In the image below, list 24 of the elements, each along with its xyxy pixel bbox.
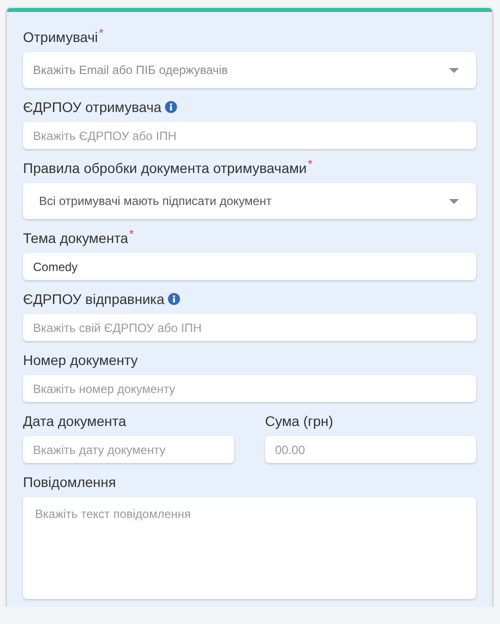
field-label: ЄДРПОУ отримувача — [23, 98, 162, 117]
field-label: Номер документу — [23, 351, 138, 370]
input-field[interactable]: Comedy — [23, 253, 476, 280]
input-field[interactable]: Вкажіть номер документу — [23, 375, 476, 402]
field-label: Повідомлення — [23, 473, 116, 492]
caret-icon — [449, 68, 459, 72]
field-label: Правила обробки документа отримувачами — [23, 159, 307, 178]
message-field[interactable]: Вкажіть текст повідомлення — [23, 497, 476, 599]
dropdown-field[interactable]: Всі отримувачі мають підписати документ — [23, 183, 476, 219]
input-field[interactable]: Вкажіть свій ЄДРПОУ або ІПН — [23, 314, 476, 341]
required-mark: * — [129, 228, 134, 240]
info-icon[interactable] — [165, 101, 178, 113]
required-mark: * — [308, 158, 312, 170]
field-label: Отримувачі — [23, 28, 98, 47]
caret-icon — [449, 198, 459, 204]
field-label: Тема документа — [23, 229, 128, 248]
field-label: ЄДРПОУ відправника — [23, 290, 164, 309]
required-mark: * — [98, 27, 104, 39]
field-label: Дата документа — [23, 412, 126, 431]
info-icon[interactable] — [168, 293, 180, 305]
input-field[interactable]: 00.00 — [265, 436, 476, 463]
input-field[interactable]: Вкажіть дату документу — [23, 436, 234, 463]
input-field[interactable]: Вкажіть ЄДРПОУ або ІПН — [23, 122, 476, 149]
field-label: Сума (грн) — [265, 412, 334, 431]
